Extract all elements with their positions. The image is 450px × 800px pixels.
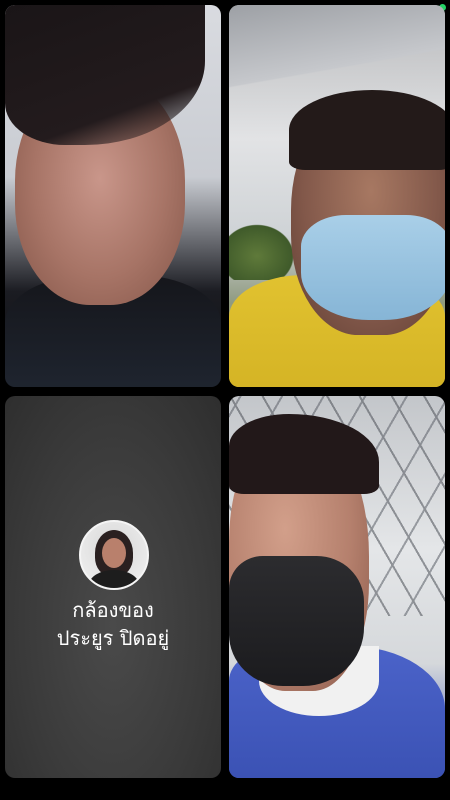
avatar-body [89,570,139,588]
video-call-screen: กล้องของ ประยูร ปิดอยู่ [0,0,450,800]
participant-2-mask [301,215,445,320]
participant-avatar [79,520,149,590]
participant-video-2[interactable] [229,5,445,387]
camera-off-line-2: ประยูร ปิดอยู่ [56,626,170,650]
participant-video-4[interactable] [229,396,445,778]
participant-video-3[interactable]: กล้องของ ประยูร ปิดอยู่ [5,396,221,778]
participant-2-hair [289,90,445,170]
participant-video-1[interactable] [5,5,221,387]
participant-2-trees [229,220,299,280]
camera-off-message: กล้องของ ประยูร ปิดอยู่ [5,596,221,652]
avatar-face [102,538,126,568]
camera-off-line-1: กล้องของ [72,598,154,622]
participant-4-mask [229,556,364,686]
participant-1-hair [5,5,205,145]
